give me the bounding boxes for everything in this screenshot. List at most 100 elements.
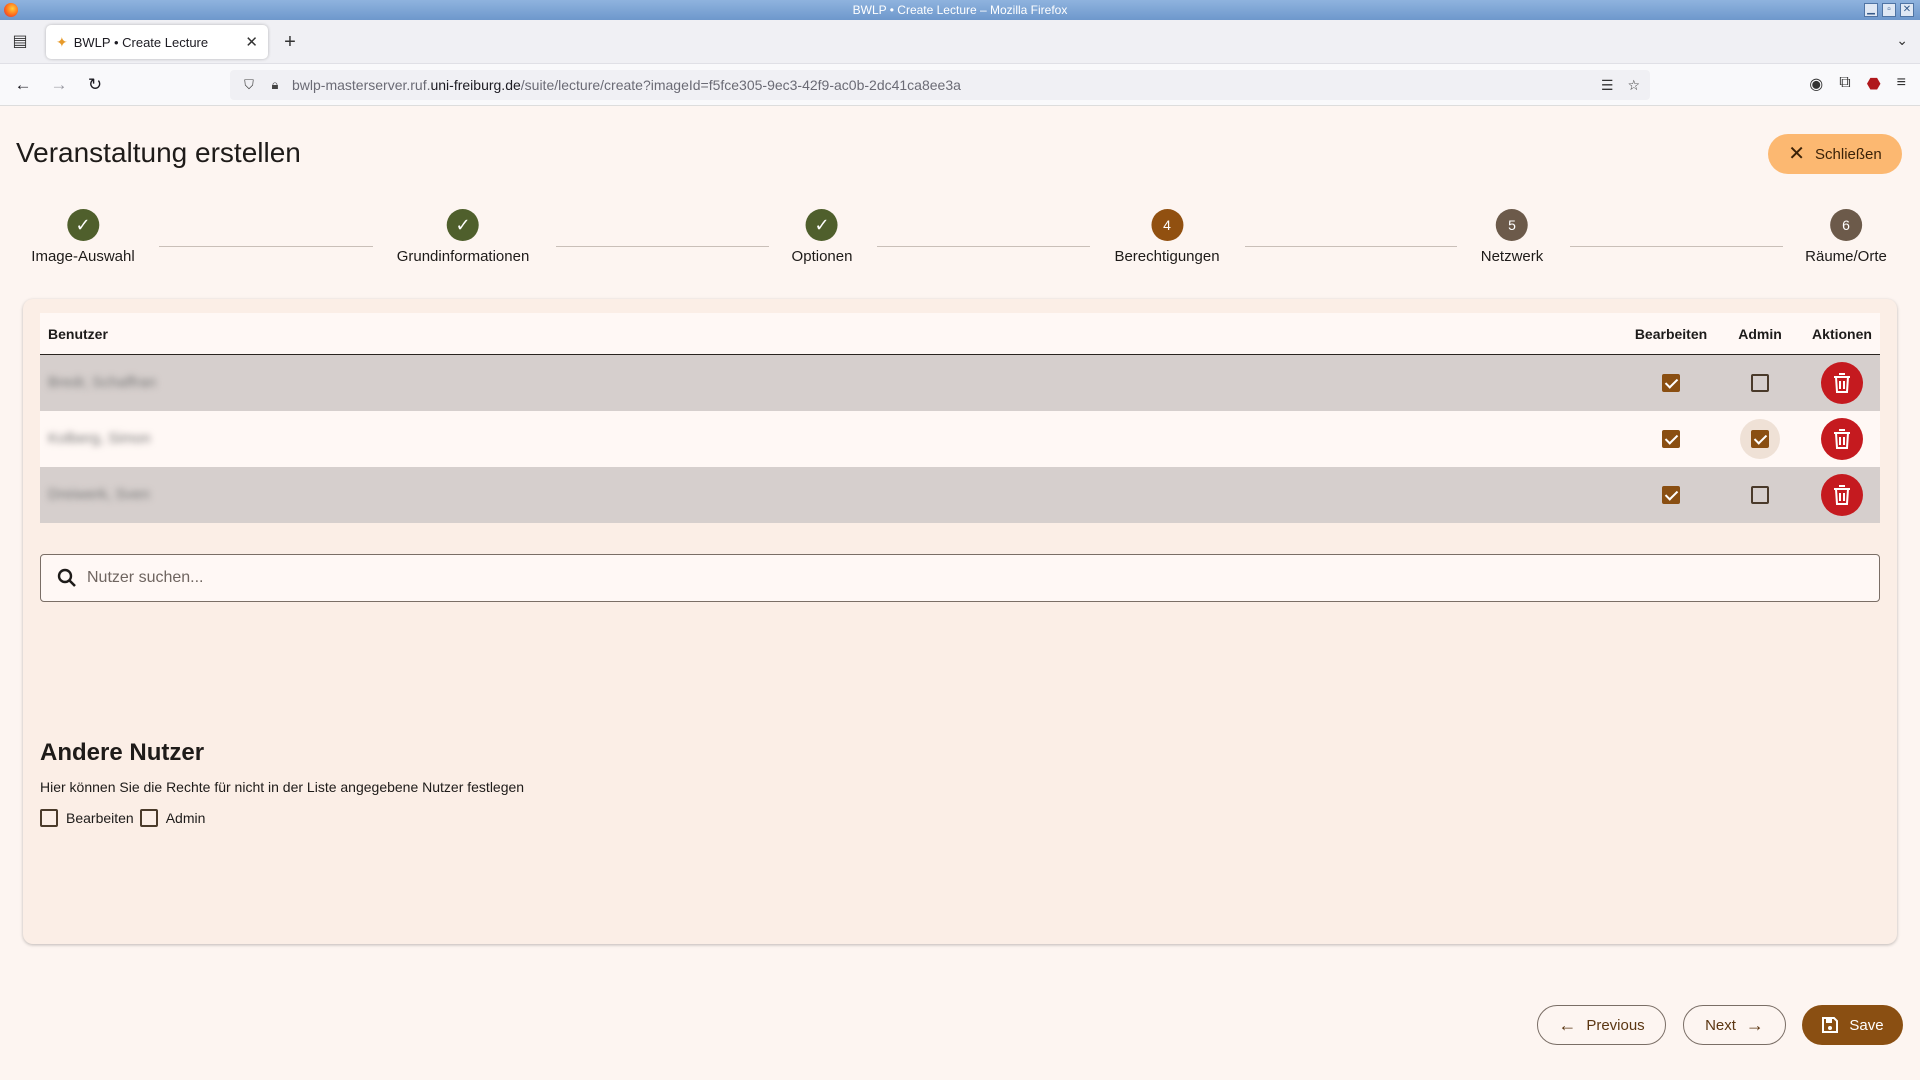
arrow-right-icon: →: [1745, 1015, 1764, 1035]
ublock-shield-icon[interactable]: ⬣: [1867, 74, 1881, 94]
trash-icon: [1834, 373, 1850, 393]
back-button[interactable]: ←: [12, 74, 34, 96]
url-prefix: bwlp-masterserver.ruf.: [292, 77, 431, 93]
user-name: Kolberg, Simon: [48, 430, 151, 447]
delete-button[interactable]: [1821, 362, 1863, 404]
list-all-tabs-icon[interactable]: ⌄: [1896, 32, 1908, 49]
other-users-description: Hier können Sie die Rechte für nicht in …: [40, 779, 525, 795]
edit-checkbox[interactable]: [1662, 430, 1680, 448]
forward-button[interactable]: →: [48, 74, 70, 96]
bwlp-favicon-icon: ✦: [56, 33, 68, 50]
header-edit: Bearbeiten: [1634, 325, 1708, 342]
edit-checkbox[interactable]: [1662, 486, 1680, 504]
page-title: Veranstaltung erstellen: [16, 137, 301, 168]
step-marker: 5: [1495, 209, 1528, 241]
search-input[interactable]: [87, 569, 1787, 587]
next-button[interactable]: Next →: [1683, 1005, 1786, 1045]
save-button[interactable]: Save: [1802, 1005, 1903, 1045]
table-header: Benutzer Bearbeiten Admin Aktionen: [40, 313, 1880, 355]
step-label: Netzwerk: [1480, 248, 1544, 265]
other-edit-option[interactable]: Bearbeiten: [40, 809, 134, 827]
extensions-icon[interactable]: ⧉: [1839, 74, 1850, 94]
url-path: /suite/lecture/create?imageId=f5fce305-9…: [520, 77, 961, 93]
step-connector: [877, 246, 1090, 247]
step-image-auswahl[interactable]: ✓ Image-Auswahl: [31, 209, 135, 265]
step-label: Berechtigungen: [1114, 248, 1220, 265]
admin-checkbox[interactable]: [1751, 486, 1769, 504]
tab-close-icon[interactable]: ✕: [245, 33, 258, 51]
step-netzwerk[interactable]: 5 Netzwerk: [1480, 209, 1544, 265]
window-title-bar: BWLP • Create Lecture – Mozilla Firefox …: [0, 0, 1920, 20]
firefox-logo-icon: [4, 3, 18, 17]
step-raeume-orte[interactable]: 6 Räume/Orte: [1805, 209, 1887, 265]
account-icon[interactable]: ◉: [1809, 74, 1823, 94]
new-tab-button[interactable]: +: [280, 32, 300, 52]
other-admin-checkbox[interactable]: [139, 809, 158, 827]
table-row: Kolberg, Simon: [40, 411, 1880, 467]
previous-button[interactable]: ← Previous: [1537, 1005, 1666, 1045]
page-content: Veranstaltung erstellen ✕ Schließen ✓ Im…: [0, 107, 1920, 1080]
window-title: BWLP • Create Lecture – Mozilla Firefox: [852, 3, 1068, 17]
edit-checkbox[interactable]: [1662, 374, 1680, 392]
delete-button[interactable]: [1821, 418, 1863, 460]
other-edit-checkbox[interactable]: [40, 809, 58, 827]
step-label: Räume/Orte: [1805, 248, 1887, 265]
close-button[interactable]: ✕ Schließen: [1768, 134, 1902, 174]
step-optionen[interactable]: ✓ Optionen: [791, 209, 853, 265]
step-label: Image-Auswahl: [31, 248, 135, 265]
step-connector: [1245, 246, 1457, 247]
user-name: Bredr, Schaffran: [48, 374, 157, 391]
next-label: Next: [1705, 1016, 1736, 1034]
step-connector: [556, 246, 769, 247]
tab-overview-icon[interactable]: ▤: [10, 32, 30, 52]
step-marker: ✓: [805, 209, 838, 241]
other-edit-label: Bearbeiten: [66, 810, 134, 826]
step-label: Optionen: [791, 248, 853, 265]
arrow-left-icon: ←: [1558, 1015, 1577, 1035]
admin-checkbox[interactable]: [1751, 430, 1769, 448]
bookmark-star-icon[interactable]: ☆: [1627, 77, 1640, 94]
step-berechtigungen[interactable]: 4 Berechtigungen: [1114, 209, 1220, 265]
trash-icon: [1834, 485, 1850, 505]
other-users-title: Andere Nutzer: [40, 739, 205, 766]
tracking-protection-icon[interactable]: ⛉: [240, 77, 258, 93]
permissions-card: Benutzer Bearbeiten Admin Aktionen Bredr…: [23, 299, 1897, 944]
reload-button[interactable]: ↻: [84, 74, 106, 96]
window-controls: ▁ ▫ ✕: [1864, 3, 1914, 17]
lock-icon[interactable]: 🔒︎: [266, 77, 284, 93]
navigation-bar: ← → ↻ ⛉ 🔒︎ bwlp-masterserver.ruf. uni-fre…: [0, 64, 1920, 106]
step-connector: [159, 246, 373, 247]
menu-icon[interactable]: ≡: [1897, 74, 1906, 94]
maximize-button[interactable]: ▫: [1882, 3, 1896, 17]
admin-checkbox[interactable]: [1751, 374, 1769, 392]
reader-view-icon[interactable]: ☰: [1601, 77, 1614, 94]
browser-tab[interactable]: ✦ BWLP • Create Lecture ✕: [46, 25, 268, 59]
permissions-table: Benutzer Bearbeiten Admin Aktionen Bredr…: [40, 313, 1880, 523]
url-host: uni-freiburg.de: [430, 77, 521, 93]
save-icon: [1822, 1017, 1839, 1033]
step-marker: ✓: [66, 209, 99, 241]
other-admin-label: Admin: [165, 810, 206, 826]
step-label: Grundinformationen: [396, 248, 530, 265]
tab-strip: ▤ ✦ BWLP • Create Lecture ✕ + ⌄: [0, 20, 1920, 64]
close-window-button[interactable]: ✕: [1900, 3, 1914, 17]
step-marker: 4: [1151, 209, 1183, 241]
table-row: Dreiwerk, Sven: [40, 467, 1880, 523]
delete-button[interactable]: [1821, 474, 1863, 516]
url-bar[interactable]: ⛉ 🔒︎ bwlp-masterserver.ruf. uni-freiburg.…: [230, 70, 1650, 100]
step-connector: [1570, 246, 1783, 247]
close-icon: ✕: [1788, 143, 1806, 165]
other-admin-option[interactable]: Admin: [139, 809, 206, 827]
wizard-stepper: ✓ Image-Auswahl ✓ Grundinformationen ✓ O…: [0, 209, 1920, 279]
header-user: Benutzer: [48, 325, 108, 342]
previous-label: Previous: [1586, 1016, 1645, 1034]
step-grundinformationen[interactable]: ✓ Grundinformationen: [396, 209, 530, 265]
user-search-field[interactable]: [40, 554, 1880, 602]
search-icon: [57, 568, 76, 587]
save-label: Save: [1849, 1016, 1884, 1034]
trash-icon: [1834, 429, 1850, 449]
minimize-button[interactable]: ▁: [1864, 3, 1878, 17]
user-name: Dreiwerk, Sven: [48, 486, 150, 503]
other-users-options: Bearbeiten Admin: [40, 809, 205, 827]
table-row: Bredr, Schaffran: [40, 355, 1880, 411]
